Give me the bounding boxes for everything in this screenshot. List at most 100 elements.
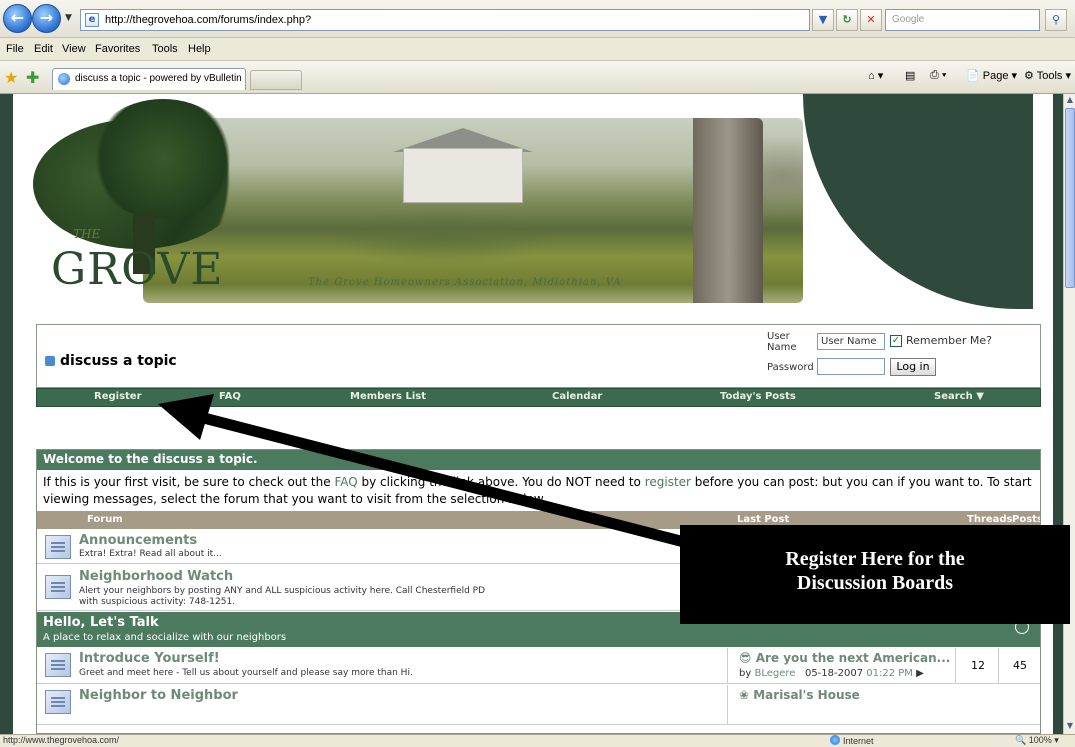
search-icon[interactable]: ⚲ (1045, 9, 1067, 31)
zoom-level[interactable]: 🔍 100% ▾ (1015, 735, 1059, 746)
home-icon[interactable]: ⌂ ▾ (868, 69, 883, 82)
last-post-meta: by BLegere 05-18-2007 01:22 PM ▶ (739, 668, 924, 679)
nav-search[interactable]: Search ▼ (934, 391, 984, 402)
column-threads: Threads (967, 514, 1013, 525)
menu-view[interactable]: View (62, 43, 86, 55)
nav-search-label: Search (934, 391, 973, 402)
forum-title[interactable]: Introduce Yourself! (79, 651, 220, 666)
forum-home-icon (45, 356, 55, 366)
forum-title[interactable]: Neighborhood Watch (79, 569, 233, 584)
nav-faq[interactable]: FAQ (219, 391, 241, 402)
column-posts: Posts (1012, 514, 1041, 525)
url-text: http://thegrovehoa.com/forums/index.php? (105, 14, 312, 26)
forum-row-neighbor-to-neighbor[interactable]: Neighbor to Neighbor ❀ Marisal's House (37, 685, 1040, 725)
forum-status-icon (45, 575, 71, 599)
nav-calendar[interactable]: Calendar (552, 391, 602, 402)
menu-help[interactable]: Help (188, 43, 211, 55)
forum-navbar: Register FAQ Members List Calendar Today… (36, 388, 1041, 407)
oak-trunk-image (693, 118, 763, 303)
goto-last-post-icon[interactable]: ▶ (916, 668, 924, 679)
forum-row-introduce-yourself[interactable]: Introduce Yourself! Greet and meet here … (37, 648, 1040, 684)
feeds-icon[interactable]: ▤ (905, 69, 915, 82)
menu-file[interactable]: File (6, 43, 24, 55)
nav-members-list[interactable]: Members List (350, 391, 426, 402)
thread-count: 12 (971, 659, 985, 672)
last-post-link[interactable]: ❀ Marisal's House (739, 688, 860, 702)
welcome-heading: Welcome to the discuss a topic. (37, 450, 1040, 470)
back-button[interactable]: ← (3, 4, 32, 33)
scroll-down-icon[interactable]: ▼ (1065, 721, 1075, 733)
last-post-user[interactable]: BLegere (754, 668, 795, 679)
add-favorite-icon[interactable]: ✚ (26, 68, 39, 87)
username-label-line1: User (767, 331, 790, 342)
tree-logo-canopy-top (88, 99, 238, 219)
annotation-callout: Register Here for the Discussion Boards (680, 525, 1070, 624)
forum-description: Extra! Extra! Read all about it... (79, 549, 222, 559)
address-bar[interactable]: e http://thegrovehoa.com/forums/index.ph… (80, 9, 810, 31)
stop-icon[interactable]: ✕ (860, 9, 882, 31)
status-url: http://www.thegrovehoa.com/ (3, 735, 120, 745)
forum-status-icon (45, 690, 71, 714)
username-input[interactable]: User Name (817, 333, 885, 350)
tools-menu-button[interactable]: ⚙ Tools ▾ (1024, 69, 1071, 82)
callout-line-2: Discussion Boards (796, 572, 954, 594)
category-title[interactable]: Hello, Let's Talk (43, 615, 159, 630)
forum-description: Alert your neighbors by posting ANY and … (79, 586, 486, 607)
page-menu-button[interactable]: 📄 Page ▾ (966, 69, 1017, 82)
banner-caption: The Grove Homeowners Association, Midlot… (308, 277, 622, 288)
forum-status-icon (45, 535, 71, 559)
status-bar: http://www.thegrovehoa.com/ Internet 🔍 1… (0, 734, 1075, 747)
menu-favorites[interactable]: Favorites (95, 43, 140, 55)
new-tab-button[interactable] (250, 70, 302, 90)
register-link[interactable]: register (645, 475, 691, 489)
last-post-time: 01:22 PM (866, 668, 913, 679)
tab-bar: ★ ✚ discuss a topic - powered by vBullet… (0, 61, 1075, 94)
forum-title[interactable]: Neighbor to Neighbor (79, 688, 238, 703)
page-menu-label: Page (982, 70, 1009, 82)
internet-zone-icon (830, 735, 840, 745)
recent-pages-dropdown-icon[interactable]: ▼ (65, 13, 72, 23)
scroll-thumb[interactable] (1065, 108, 1075, 288)
tools-menu-label: Tools (1036, 70, 1063, 82)
page-title: discuss a topic (45, 353, 177, 369)
column-forum: Forum (87, 514, 123, 525)
page-favicon-icon (58, 73, 70, 85)
menu-edit[interactable]: Edit (34, 43, 53, 55)
column-last-post: Last Post (737, 514, 790, 525)
forum-status-icon (45, 653, 71, 677)
scroll-up-icon[interactable]: ▲ (1065, 95, 1075, 107)
cell-divider (727, 685, 728, 724)
logo-the: THE (73, 227, 101, 241)
password-label: Password (767, 362, 814, 373)
forum-header: discuss a topic User Name User Name ✓ Re… (36, 324, 1041, 388)
forum-description: Greet and meet here - Tell us about your… (79, 668, 413, 678)
last-post-link[interactable]: 😎 Are you the next American... (739, 651, 950, 665)
cell-divider (998, 648, 999, 683)
cell-divider (955, 648, 956, 683)
forum-page: THE GROVE The Grove Homeowners Associati… (13, 94, 1053, 734)
house-image (403, 148, 523, 203)
tab-discuss-a-topic[interactable]: discuss a topic - powered by vBulletin (52, 68, 246, 90)
logo-grove[interactable]: GROVE (51, 244, 223, 295)
forward-button[interactable]: → (32, 4, 61, 33)
password-input[interactable] (817, 358, 885, 375)
nav-register[interactable]: Register (94, 391, 142, 402)
remember-me-label: Remember Me? (906, 334, 992, 347)
address-dropdown-icon[interactable]: ▼ (812, 9, 834, 31)
menu-tools[interactable]: Tools (152, 43, 178, 55)
print-icon[interactable]: ⎙ ▾ (930, 69, 946, 82)
faq-link[interactable]: FAQ (334, 475, 357, 489)
cell-divider (727, 648, 728, 683)
address-toolbar: ← → ▼ e http://thegrovehoa.com/forums/in… (0, 0, 1075, 38)
vertical-scrollbar[interactable]: ▲ ▼ (1063, 94, 1075, 734)
nav-todays-posts[interactable]: Today's Posts (720, 391, 796, 402)
banner-green-curve (803, 94, 1033, 309)
login-button[interactable]: Log in (890, 358, 936, 376)
forum-title[interactable]: Announcements (79, 533, 197, 548)
search-input[interactable]: Google (885, 9, 1040, 31)
callout-line-1: Register Here for the (785, 548, 965, 570)
remember-me-checkbox[interactable]: ✓ (890, 335, 902, 347)
tab-label: discuss a topic - powered by vBulletin (75, 73, 242, 84)
refresh-icon[interactable]: ↻ (836, 9, 858, 31)
favorites-star-icon[interactable]: ★ (4, 68, 18, 87)
